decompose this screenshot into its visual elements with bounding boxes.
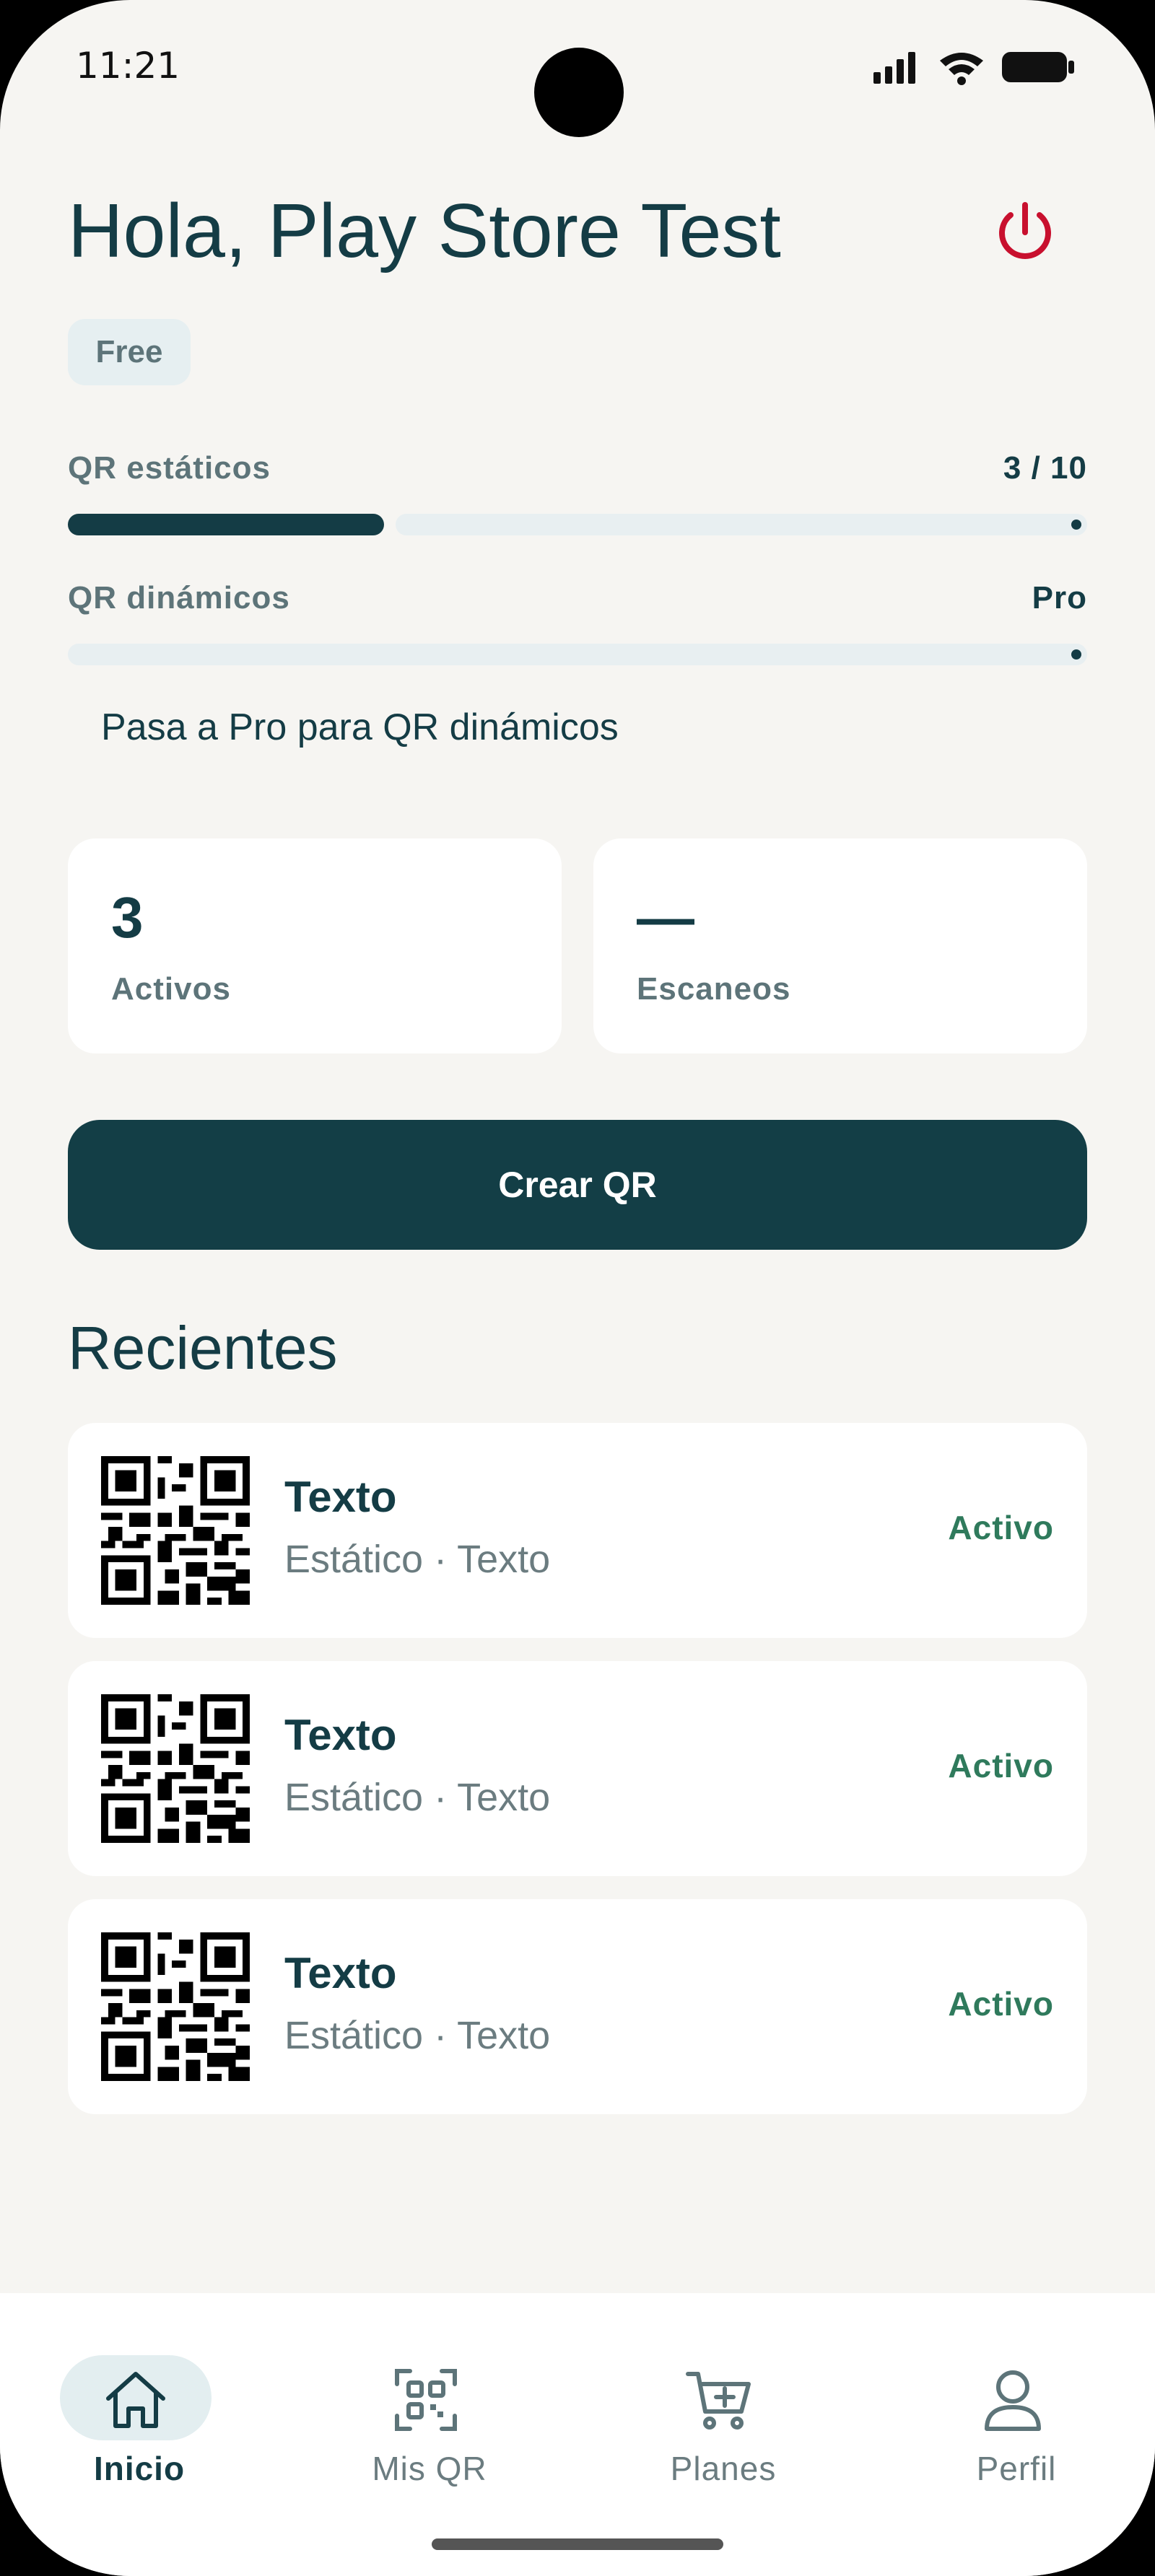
stat-card-active: 3 Activos — [68, 838, 562, 1053]
battery-icon — [1002, 52, 1074, 82]
static-qr-count: 3 / 10 — [1003, 450, 1087, 486]
recent-qr-title: Texto — [284, 1949, 397, 1997]
nav-item-mis-qr[interactable]: Mis QR — [321, 2322, 538, 2487]
static-qr-progress-end-dot — [1071, 520, 1081, 530]
create-qr-button[interactable]: Crear QR — [68, 1120, 1087, 1250]
wifi-icon — [940, 53, 983, 85]
status-time: 11:21 — [76, 45, 180, 87]
nav-label-planes: Planes — [670, 2450, 777, 2487]
recent-qr-status: Activo — [948, 1985, 1054, 2023]
nav-item-perfil[interactable]: Perfil — [908, 2322, 1125, 2487]
signal-icon — [873, 52, 915, 84]
qr-icon — [395, 2369, 457, 2431]
status-icons — [872, 49, 1076, 85]
static-qr-progress-track — [396, 514, 1087, 535]
stat-scans-value: — — [637, 885, 694, 950]
dynamic-qr-label: QR dinámicos — [68, 580, 290, 615]
dynamic-qr-value: Pro — [1032, 580, 1087, 615]
recent-section-title: Recientes — [68, 1314, 338, 1382]
recent-qr-subtitle: Estático · Texto — [284, 2014, 551, 2057]
phone-screen: 11:21 Hola, Play Store Test Free QR está… — [0, 0, 1155, 2576]
nav-label-perfil: Perfil — [976, 2450, 1057, 2487]
recent-qr-status: Activo — [948, 1747, 1054, 1784]
recent-qr-subtitle: Estático · Texto — [284, 1776, 551, 1819]
recent-qr-subtitle: Estático · Texto — [284, 1538, 551, 1581]
plan-badge: Free — [68, 319, 191, 385]
recent-qr-item[interactable]: Texto Estático · Texto Activo — [68, 1423, 1087, 1638]
qr-code-thumbnail — [101, 1694, 250, 1843]
camera-cutout — [534, 48, 624, 137]
home-indicator[interactable] — [432, 2538, 723, 2550]
qr-code-thumbnail — [101, 1932, 250, 2081]
recent-qr-title: Texto — [284, 1473, 397, 1521]
stat-active-label: Activos — [111, 971, 231, 1007]
static-qr-label: QR estáticos — [68, 450, 271, 486]
nav-item-inicio[interactable]: Inicio — [31, 2322, 248, 2487]
stat-scans-label: Escaneos — [637, 971, 791, 1007]
greeting-title: Hola, Play Store Test — [68, 188, 781, 273]
dynamic-qr-progress-track — [68, 644, 1087, 665]
nav-item-planes[interactable]: Planes — [615, 2322, 832, 2487]
power-icon[interactable] — [989, 196, 1061, 268]
stat-card-scans: — Escaneos — [593, 838, 1087, 1053]
bottom-navigation: Inicio Mis QR Planes Perfil — [0, 2293, 1155, 2576]
recent-qr-status: Activo — [948, 1509, 1054, 1546]
cart-icon — [686, 2372, 751, 2430]
home-icon — [106, 2372, 165, 2428]
recent-qr-item[interactable]: Texto Estático · Texto Activo — [68, 1899, 1087, 2114]
recent-qr-item[interactable]: Texto Estático · Texto Activo — [68, 1661, 1087, 1876]
recent-qr-title: Texto — [284, 1711, 397, 1759]
qr-code-thumbnail — [101, 1456, 250, 1605]
static-qr-progress-fill — [68, 514, 384, 535]
dynamic-qr-progress-end-dot — [1071, 649, 1081, 660]
user-icon — [985, 2370, 1041, 2431]
nav-label-inicio: Inicio — [93, 2450, 186, 2487]
stat-active-value: 3 — [111, 885, 144, 950]
nav-label-mis-qr: Mis QR — [372, 2450, 487, 2487]
upgrade-promo-text[interactable]: Pasa a Pro para QR dinámicos — [101, 706, 619, 749]
